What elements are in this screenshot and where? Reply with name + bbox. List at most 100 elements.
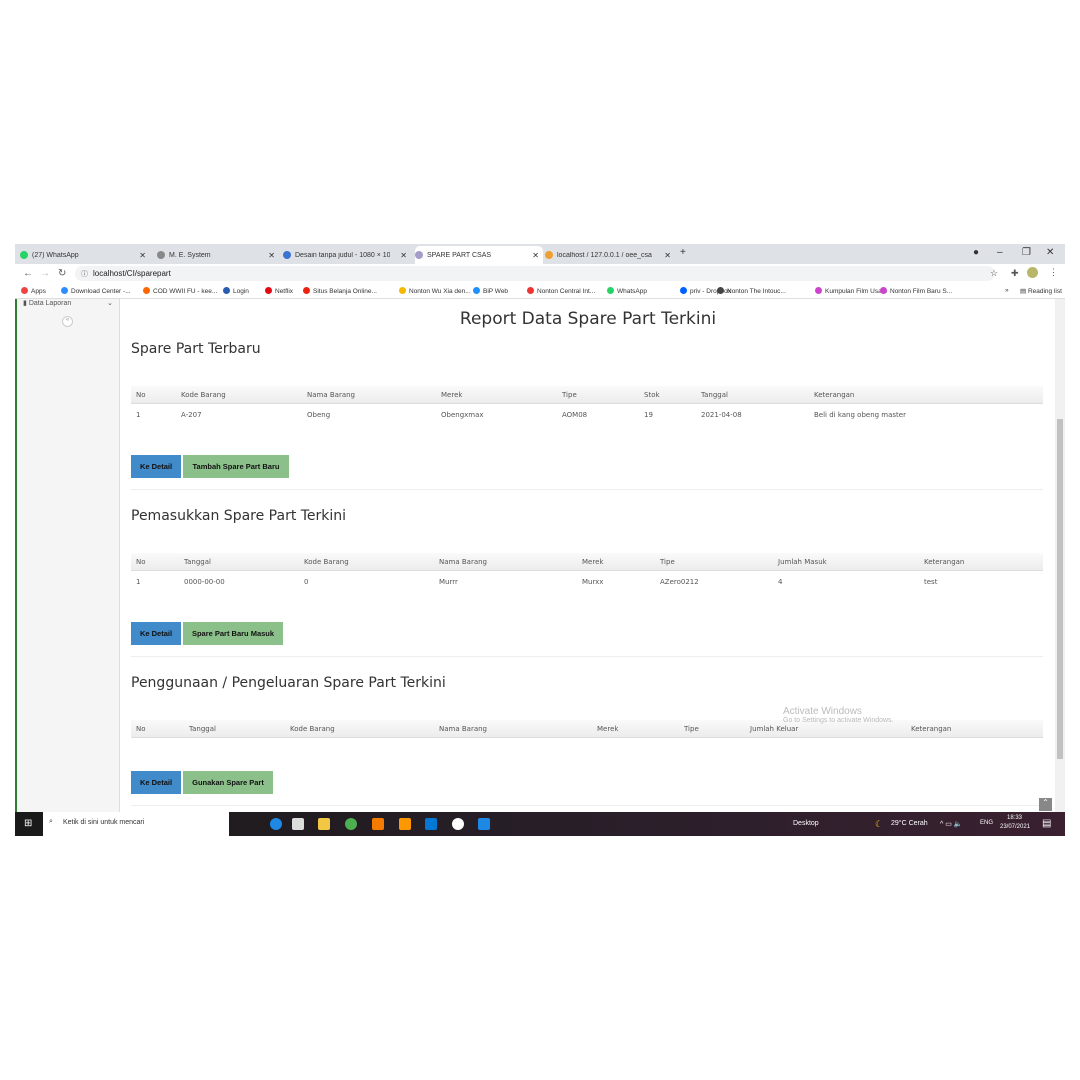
bookmark-nonton-central-int[interactable]: Nonton Central Int...: [527, 287, 595, 295]
weather-icon: ☾: [875, 819, 884, 829]
bookmark-download-center[interactable]: Download Center -...: [61, 287, 131, 295]
back-icon[interactable]: ←: [23, 268, 33, 279]
tab-m-e-system[interactable]: M. E. System ✕: [157, 246, 279, 264]
sidebar-collapse-button[interactable]: «: [62, 316, 73, 327]
bookmark-label: Nonton Central Int...: [537, 288, 596, 295]
edge-icon[interactable]: [270, 818, 282, 830]
column-header[interactable]: No: [136, 558, 146, 566]
bookmark-netflix[interactable]: Netflix: [265, 287, 293, 295]
bookmark-apps[interactable]: Apps: [21, 287, 46, 295]
column-header[interactable]: No: [136, 391, 146, 399]
column-header[interactable]: Nama Barang: [439, 725, 487, 733]
search-icon: ⌕: [49, 818, 53, 825]
notification-icon[interactable]: ▤: [1042, 818, 1051, 829]
column-header[interactable]: Merek: [582, 558, 603, 566]
extensions-icon[interactable]: ✚: [1011, 268, 1019, 279]
tab-spare-part-csas[interactable]: SPARE PART CSAS ✕: [415, 246, 543, 264]
column-header[interactable]: Jumlah Keluar: [750, 725, 798, 733]
sidebar-item-data-laporan[interactable]: ▮ Data Laporan ⌄: [23, 299, 113, 307]
app-icon[interactable]: [452, 818, 464, 830]
bookmarks-overflow-icon[interactable]: »: [1005, 287, 1009, 294]
maximize-button[interactable]: ❐: [1022, 247, 1031, 258]
tray-icons[interactable]: ^ ▭ 🔈: [940, 820, 963, 828]
close-tab-icon[interactable]: ✕: [139, 251, 146, 260]
table-cell: Murrr: [439, 578, 458, 586]
column-header[interactable]: Keterangan: [814, 391, 854, 399]
column-header[interactable]: Kode Barang: [304, 558, 349, 566]
column-header[interactable]: Tipe: [660, 558, 675, 566]
scrollbar-thumb[interactable]: [1057, 419, 1063, 759]
column-header[interactable]: Kode Barang: [290, 725, 335, 733]
new-tab-button[interactable]: +: [680, 247, 686, 258]
column-header[interactable]: Keterangan: [911, 725, 951, 733]
desktop-toolbar[interactable]: Desktop: [793, 820, 819, 827]
profile-avatar[interactable]: [1027, 267, 1038, 278]
mail-icon[interactable]: [478, 818, 490, 830]
profile-icon[interactable]: ●: [973, 247, 979, 258]
forward-icon[interactable]: →: [40, 268, 50, 279]
spare-part-baru-masuk-button[interactable]: Spare Part Baru Masuk: [183, 622, 283, 645]
chrome-icon[interactable]: [345, 818, 357, 830]
bookmark-nonton-the-intouc[interactable]: Nonton The Intouc...: [717, 287, 786, 295]
column-header[interactable]: Keterangan: [924, 558, 964, 566]
language-indicator[interactable]: ENG: [980, 820, 993, 826]
clock-time[interactable]: 18:33: [1007, 815, 1022, 821]
reading-list-button[interactable]: ▤ Reading list: [1020, 287, 1062, 295]
minimize-button[interactable]: –: [997, 247, 1003, 258]
reload-icon[interactable]: ↻: [58, 268, 66, 279]
close-tab-icon[interactable]: ✕: [400, 251, 407, 260]
column-header[interactable]: Tanggal: [701, 391, 728, 399]
tab-localhost-127-0-0-1-oee-csas-[interactable]: localhost / 127.0.0.1 / oee_csas | ✕: [545, 246, 675, 264]
column-header[interactable]: Merek: [597, 725, 618, 733]
column-header[interactable]: Tanggal: [184, 558, 211, 566]
bookmark-bip-web[interactable]: BiP Web: [473, 287, 508, 295]
info-icon[interactable]: ⓘ: [81, 269, 88, 279]
store-icon[interactable]: [292, 818, 304, 830]
file-explorer-icon[interactable]: [318, 818, 330, 830]
bookmark-nonton-film-baru-s[interactable]: Nonton Film Baru S...: [880, 287, 952, 295]
sublime-icon[interactable]: [399, 818, 411, 830]
column-header[interactable]: Nama Barang: [439, 558, 487, 566]
close-tab-icon[interactable]: ✕: [532, 251, 539, 260]
url-input[interactable]: ⓘ localhost/CI/sparepart: [75, 266, 995, 281]
tab-desain-tanpa-judul-1080-108[interactable]: Desain tanpa judul - 1080 × 108 ✕: [283, 246, 411, 264]
bookmark-icon: [607, 287, 614, 294]
bookmark-login[interactable]: Login: [223, 287, 249, 295]
bookmark-cod-wwii-fu-kee[interactable]: COD WWII FU - kee...: [143, 287, 217, 295]
scrollbar[interactable]: [1055, 299, 1065, 812]
tab--27-whatsapp[interactable]: (27) WhatsApp ✕: [20, 246, 150, 264]
ke-detail-button[interactable]: Ke Detail: [131, 622, 181, 645]
column-header[interactable]: Kode Barang: [181, 391, 226, 399]
bookmark-kumpulan-film-usa[interactable]: Kumpulan Film Usa...: [815, 287, 887, 295]
bookmark-situs-belanja-online[interactable]: Situs Belanja Online...: [303, 287, 377, 295]
column-header[interactable]: Nama Barang: [307, 391, 355, 399]
column-header[interactable]: Tanggal: [189, 725, 216, 733]
close-tab-icon[interactable]: ✕: [268, 251, 275, 260]
ke-detail-button[interactable]: Ke Detail: [131, 771, 181, 794]
taskbar-search-input[interactable]: ⌕ Ketik di sini untuk mencari: [43, 812, 229, 836]
column-header[interactable]: Tipe: [562, 391, 577, 399]
column-header[interactable]: Jumlah Masuk: [778, 558, 827, 566]
bookmark-nonton-wu-xia-den[interactable]: Nonton Wu Xia den...: [399, 287, 471, 295]
column-header[interactable]: Tipe: [684, 725, 699, 733]
close-window-button[interactable]: ✕: [1046, 247, 1054, 258]
tab-bar: (27) WhatsApp ✕ M. E. System ✕ Desain tanpa …: [15, 244, 1065, 264]
windows-start-icon[interactable]: ⊞: [24, 818, 32, 829]
column-header[interactable]: Stok: [644, 391, 660, 399]
clock-date[interactable]: 23/07/2021: [1000, 824, 1030, 830]
vscode-icon[interactable]: [425, 818, 437, 830]
bookmark-star-icon[interactable]: ☆: [990, 268, 998, 279]
menu-icon[interactable]: ⋮: [1049, 267, 1058, 278]
ke-detail-button[interactable]: Ke Detail: [131, 455, 181, 478]
bookmark-whatsapp[interactable]: WhatsApp: [607, 287, 647, 295]
gunakan-spare-part-button[interactable]: Gunakan Spare Part: [183, 771, 273, 794]
column-header[interactable]: Merek: [441, 391, 462, 399]
column-header[interactable]: No: [136, 725, 146, 733]
close-tab-icon[interactable]: ✕: [664, 251, 671, 260]
scroll-top-button[interactable]: ⌃: [1039, 798, 1052, 811]
tambah-spare-part-baru-button[interactable]: Tambah Spare Part Baru: [183, 455, 289, 478]
bookmark-icon: [303, 287, 310, 294]
weather-text[interactable]: 29°C Cerah: [891, 820, 928, 827]
xampp-icon[interactable]: [372, 818, 384, 830]
table-cell: A-207: [181, 411, 202, 419]
